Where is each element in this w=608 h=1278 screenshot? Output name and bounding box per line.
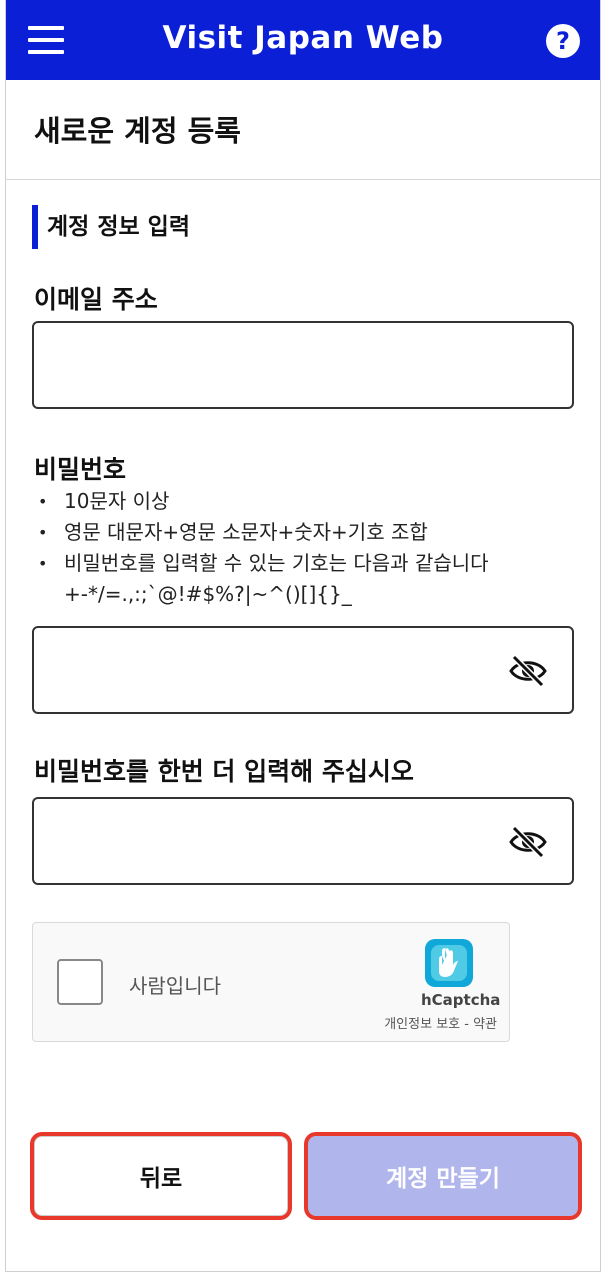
app-frame: Visit Japan Web ? 새로운 계정 등록 계정 정보 입력 이메일… (5, 0, 601, 1272)
password-rule: 비밀번호를 입력할 수 있는 기호는 다음과 같습니다 (30, 548, 489, 579)
hcaptcha-links[interactable]: 개인정보 보호 - 약관 (384, 1013, 497, 1032)
hcaptcha-logo-icon (425, 939, 473, 987)
password-rules: 10문자 이상 영문 대문자+영문 소문자+숫자+기호 조합 비밀번호를 입력할… (30, 486, 489, 610)
page-title: 새로운 계정 등록 (34, 114, 241, 148)
eye-slash-icon[interactable] (508, 825, 548, 859)
password-confirm-label: 비밀번호를 한번 더 입력해 주십시오 (34, 757, 414, 786)
email-field[interactable] (48, 323, 492, 409)
hcaptcha-brand: hCaptcha (421, 991, 501, 1009)
app-header: Visit Japan Web ? (6, 0, 600, 80)
help-question-icon[interactable]: ? (546, 24, 580, 58)
password-confirm-field[interactable] (48, 799, 492, 885)
email-label: 이메일 주소 (34, 285, 158, 314)
password-field[interactable] (48, 628, 492, 714)
eye-slash-icon[interactable] (508, 654, 548, 688)
back-button[interactable]: 뒤로 (34, 1136, 288, 1216)
page-title-bar: 새로운 계정 등록 (6, 80, 600, 180)
password-label: 비밀번호 (34, 455, 127, 484)
password-rule: 영문 대문자+영문 소문자+숫자+기호 조합 (30, 517, 489, 548)
section-title: 계정 정보 입력 (32, 205, 190, 249)
hcaptcha-widget: 사람입니다 hCaptcha 개인정보 보호 - 약관 (32, 922, 510, 1042)
captcha-label: 사람입니다 (129, 974, 221, 998)
email-field-box[interactable] (32, 321, 574, 409)
create-account-button[interactable]: 계정 만들기 (308, 1136, 578, 1216)
app-title: Visit Japan Web (162, 20, 444, 56)
password-confirm-field-box[interactable] (32, 797, 574, 885)
password-allowed-symbols: +-*/=.,:;`@!#$%?|~^()[]{}_ (64, 582, 352, 606)
password-rule: 10문자 이상 (30, 486, 489, 517)
captcha-checkbox[interactable] (57, 959, 103, 1005)
password-field-box[interactable] (32, 626, 574, 714)
